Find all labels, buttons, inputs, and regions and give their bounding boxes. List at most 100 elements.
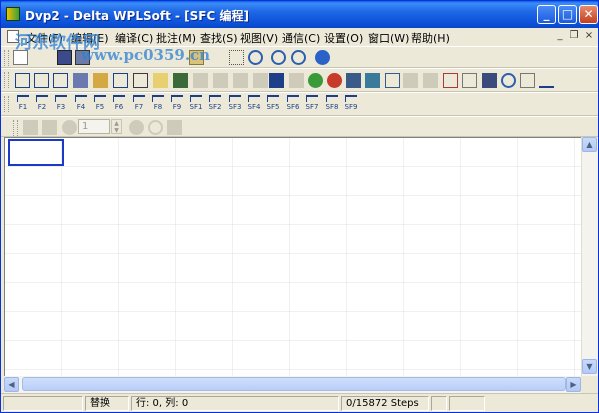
status-mode: 替换 xyxy=(85,396,129,411)
fkey-f4[interactable]: F4 xyxy=(73,95,89,115)
fkey-sf4[interactable]: SF4 xyxy=(246,95,262,115)
fkey-f9[interactable]: F9 xyxy=(169,95,185,115)
sfc-toolbar xyxy=(1,68,598,92)
fkey-label: SF2 xyxy=(208,103,222,111)
status-bar: 替换 行: 0, 列: 0 0/15872 Steps xyxy=(1,393,598,412)
function-key-toolbar: F1 F2 F3 F4 F5 F6 F7 F8 F9 SF1 SF2 SF3 S… xyxy=(1,92,598,116)
scroll-right-button[interactable]: ▶ xyxy=(566,377,581,392)
scroll-down-button[interactable]: ▼ xyxy=(582,359,597,374)
fkey-label: F6 xyxy=(114,103,124,111)
device-icon[interactable] xyxy=(443,73,458,88)
disabled-tool-icon xyxy=(167,120,182,135)
fkey-label: SF5 xyxy=(266,103,280,111)
toolbar-grip[interactable] xyxy=(4,50,9,66)
fkey-label: F2 xyxy=(37,103,47,111)
vertical-scrollbar[interactable]: ▲ ▼ xyxy=(581,137,598,376)
fkey-sf3[interactable]: SF3 xyxy=(227,95,243,115)
fkey-sf6[interactable]: SF6 xyxy=(285,95,301,115)
stop-icon[interactable] xyxy=(327,73,342,88)
sfc-transition-icon[interactable] xyxy=(34,73,49,88)
fkey-f8[interactable]: F8 xyxy=(150,95,166,115)
fkey-f6[interactable]: F6 xyxy=(111,95,127,115)
mdi-close-button[interactable]: × xyxy=(582,29,596,43)
fkey-sf2[interactable]: SF2 xyxy=(207,95,223,115)
status-position: 行: 0, 列: 0 xyxy=(131,396,339,411)
status-pane-indicator xyxy=(431,396,447,411)
sfc-diverge-icon[interactable] xyxy=(113,73,128,88)
mdi-restore-button[interactable]: ❐ xyxy=(567,29,581,43)
disabled-tool-icon xyxy=(423,73,438,88)
sfc-step-icon[interactable] xyxy=(15,73,30,88)
menu-find[interactable]: 查找(S) xyxy=(200,30,238,46)
zoom-out-icon[interactable] xyxy=(291,50,306,65)
fkey-f1[interactable]: F1 xyxy=(15,95,31,115)
note-icon[interactable] xyxy=(153,73,168,88)
zoom-in-icon[interactable] xyxy=(271,50,286,65)
menu-view[interactable]: 视图(V) xyxy=(240,30,278,46)
maximize-button[interactable]: □ xyxy=(558,5,577,24)
fkey-sf5[interactable]: SF5 xyxy=(265,95,281,115)
step-spinner[interactable]: ▲ ▼ xyxy=(111,119,122,134)
scroll-up-button[interactable]: ▲ xyxy=(582,137,597,152)
inspect-icon[interactable] xyxy=(501,73,516,88)
application-window: Dvp2 - Delta WPLSoft - [SFC 编程] _ □ ✕ 文件… xyxy=(0,0,599,413)
link-icon[interactable] xyxy=(385,73,400,88)
step-value-field[interactable]: 1 xyxy=(78,119,110,134)
sfc-editor-canvas[interactable] xyxy=(4,137,582,376)
toolbar-grip[interactable] xyxy=(4,72,9,88)
sfc-jump-icon[interactable] xyxy=(73,73,88,88)
fkey-sf8[interactable]: SF8 xyxy=(324,95,340,115)
fkey-f5[interactable]: F5 xyxy=(92,95,108,115)
contact-icon[interactable] xyxy=(520,73,535,88)
menu-communication[interactable]: 通信(C) xyxy=(282,30,320,46)
scroll-left-button[interactable]: ◀ xyxy=(4,377,19,392)
close-button[interactable]: ✕ xyxy=(579,5,598,24)
minimize-button[interactable]: _ xyxy=(537,5,556,24)
fkey-f3[interactable]: F3 xyxy=(53,95,69,115)
menu-window[interactable]: 窗口(W) xyxy=(368,30,409,46)
disabled-tool-icon xyxy=(403,73,418,88)
disabled-tool-icon xyxy=(233,73,248,88)
online-icon[interactable] xyxy=(346,73,361,88)
menu-help[interactable]: 帮助(H) xyxy=(411,30,450,46)
fkey-label: F5 xyxy=(95,103,105,111)
horizontal-scrollbar[interactable]: ◀ ▶ xyxy=(4,376,582,393)
fkey-label: F7 xyxy=(134,103,144,111)
monitor-icon[interactable] xyxy=(269,73,284,88)
run-icon[interactable] xyxy=(308,73,323,88)
transfer-icon[interactable] xyxy=(365,73,380,88)
status-steps: 0/15872 Steps xyxy=(341,396,429,411)
search-icon[interactable] xyxy=(248,50,263,65)
fkey-label: F4 xyxy=(76,103,86,111)
window-title: Dvp2 - Delta WPLSoft - [SFC 编程] xyxy=(25,9,249,23)
fkey-sf7[interactable]: SF7 xyxy=(304,95,320,115)
menu-compile[interactable]: 编译(C) xyxy=(115,30,153,46)
fkey-label: F3 xyxy=(56,103,66,111)
find-icon[interactable] xyxy=(229,50,244,65)
title-bar[interactable]: Dvp2 - Delta WPLSoft - [SFC 编程] _ □ ✕ xyxy=(1,1,598,28)
toolbar-grip[interactable] xyxy=(4,96,9,112)
app-icon[interactable] xyxy=(6,7,20,21)
fkey-sf9[interactable]: SF9 xyxy=(343,95,359,115)
pen-icon[interactable] xyxy=(173,73,188,88)
fkey-f2[interactable]: F2 xyxy=(34,95,50,115)
menu-settings[interactable]: 设置(O) xyxy=(324,30,363,46)
disabled-tool-icon xyxy=(23,120,38,135)
sfc-edit-icon[interactable] xyxy=(93,73,108,88)
sfc-branch-icon[interactable] xyxy=(53,73,68,88)
toolbar-grip[interactable] xyxy=(13,120,18,136)
table-icon[interactable] xyxy=(133,73,148,88)
line-icon[interactable] xyxy=(539,73,554,88)
memory-icon[interactable] xyxy=(482,73,497,88)
fkey-sf1[interactable]: SF1 xyxy=(188,95,204,115)
device-list-icon[interactable] xyxy=(462,73,477,88)
fkey-f7[interactable]: F7 xyxy=(131,95,147,115)
help-icon[interactable] xyxy=(315,50,330,65)
disabled-tool-icon xyxy=(213,73,228,88)
mdi-minimize-button[interactable]: _ xyxy=(553,29,567,43)
menu-comment[interactable]: 批注(M) xyxy=(156,30,196,46)
edit-cursor[interactable] xyxy=(8,139,64,166)
status-pane-extra xyxy=(449,396,485,411)
horizontal-scroll-thumb[interactable] xyxy=(22,377,566,391)
fkey-label: SF3 xyxy=(228,103,242,111)
